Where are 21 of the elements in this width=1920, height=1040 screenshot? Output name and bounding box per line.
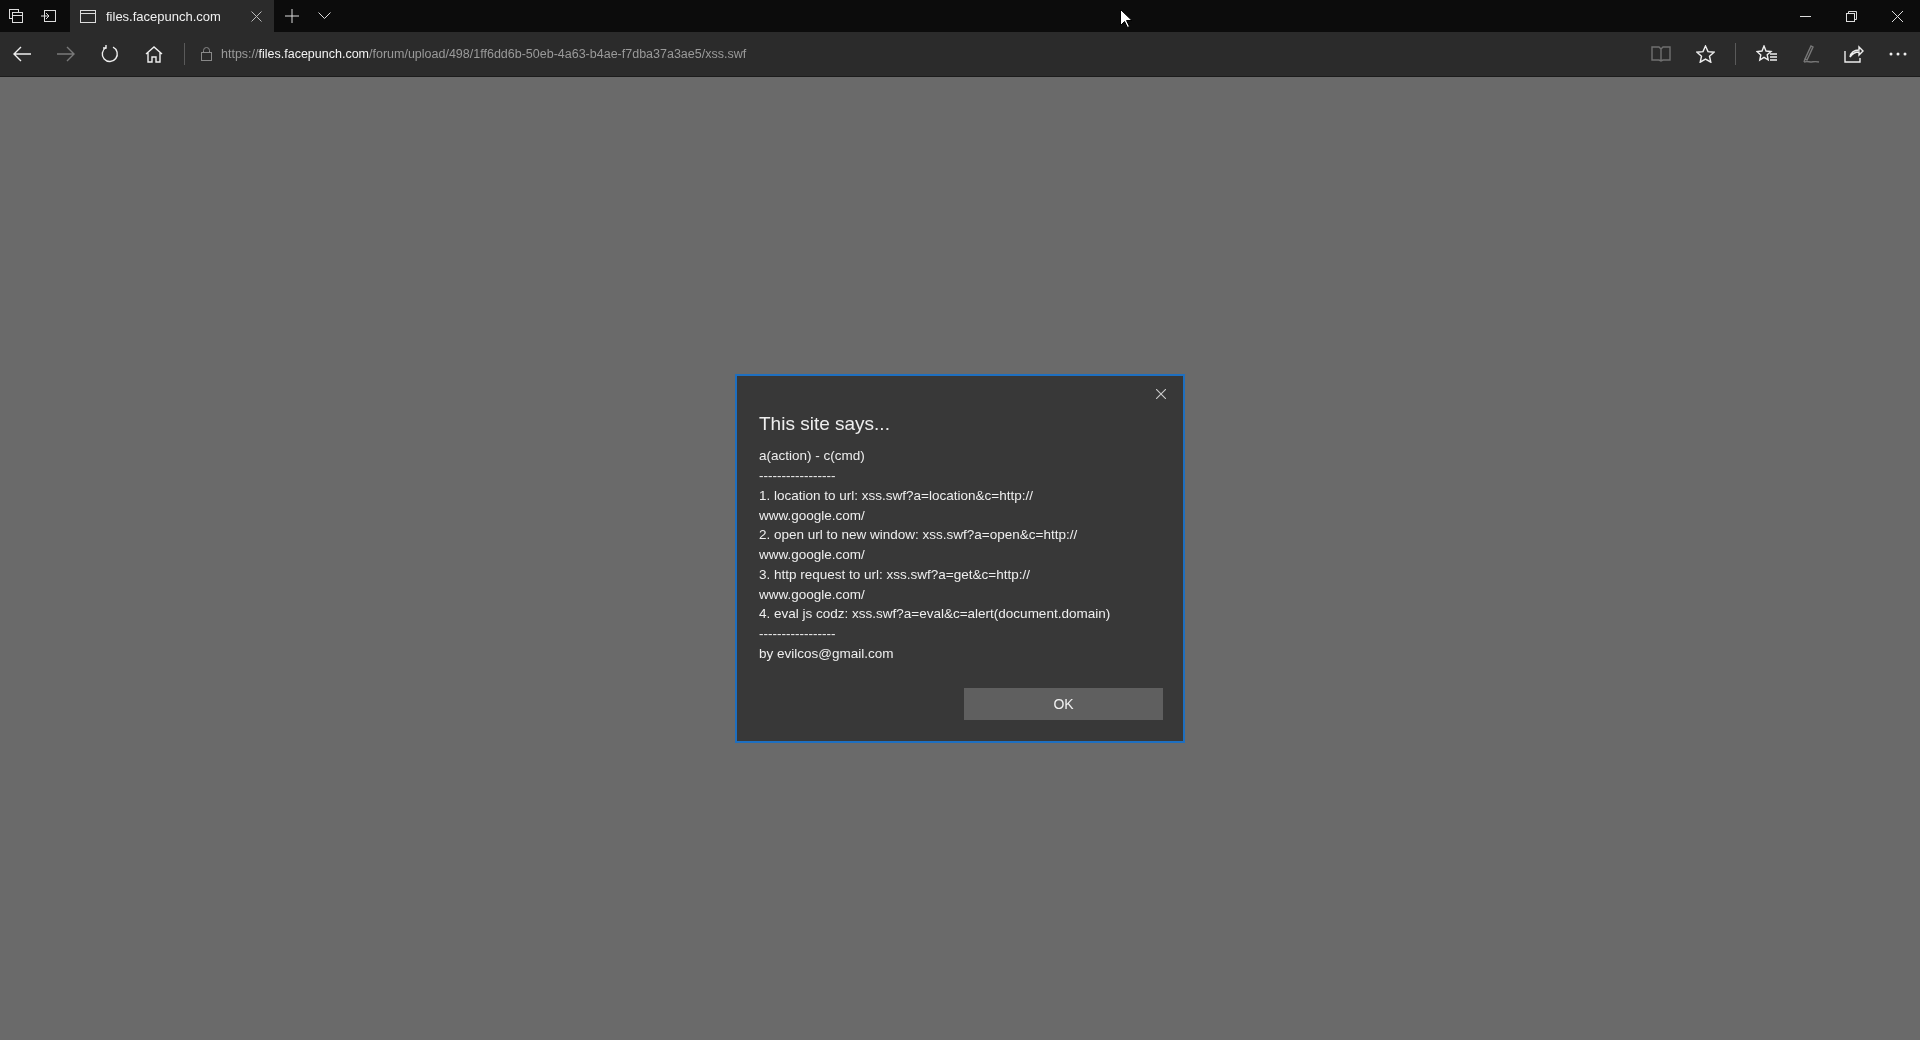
message-line: 4. eval js codz: xss.swf?a=eval&c=alert(document.domain) bbox=[759, 605, 1112, 624]
message-line: ----------------- bbox=[759, 625, 837, 644]
lock-icon bbox=[201, 47, 212, 61]
message-line: ----------------- bbox=[759, 466, 837, 485]
close-tab-icon[interactable] bbox=[251, 10, 262, 22]
page-icon bbox=[80, 9, 96, 23]
message-line: www.google.com/ bbox=[759, 585, 866, 604]
message-line: by evilcos@gmail.com bbox=[759, 645, 895, 664]
message-line: 2. open url to new window: xss.swf?a=open&c=http:// bbox=[759, 526, 1079, 545]
message-line: a(action) - c(cmd) bbox=[759, 447, 866, 466]
message-line: 3. http request to url: xss.swf?a=get&c=http:// bbox=[759, 565, 1031, 584]
ok-button[interactable]: OK bbox=[964, 687, 1163, 720]
message-line: 1. location to url: xss.swf?a=location&c=http:// bbox=[759, 486, 1034, 505]
message-line: www.google.com/ bbox=[759, 506, 866, 525]
dialog-title: This site says... bbox=[759, 413, 891, 436]
message-line: www.google.com/ bbox=[759, 546, 866, 565]
browser-tab[interactable]: files.facepunch.com bbox=[70, 0, 274, 32]
mouse-pointer-icon bbox=[1120, 9, 1132, 28]
close-icon[interactable] bbox=[1156, 389, 1166, 400]
url-text: https://files.facepunch.com/forum/upload/498/1ff6dd6b-50eb-4a63-b4ae-f7dba37a3ae5/xss.swf bbox=[221, 47, 747, 61]
tab-title: files.facepunch.com bbox=[106, 8, 222, 24]
